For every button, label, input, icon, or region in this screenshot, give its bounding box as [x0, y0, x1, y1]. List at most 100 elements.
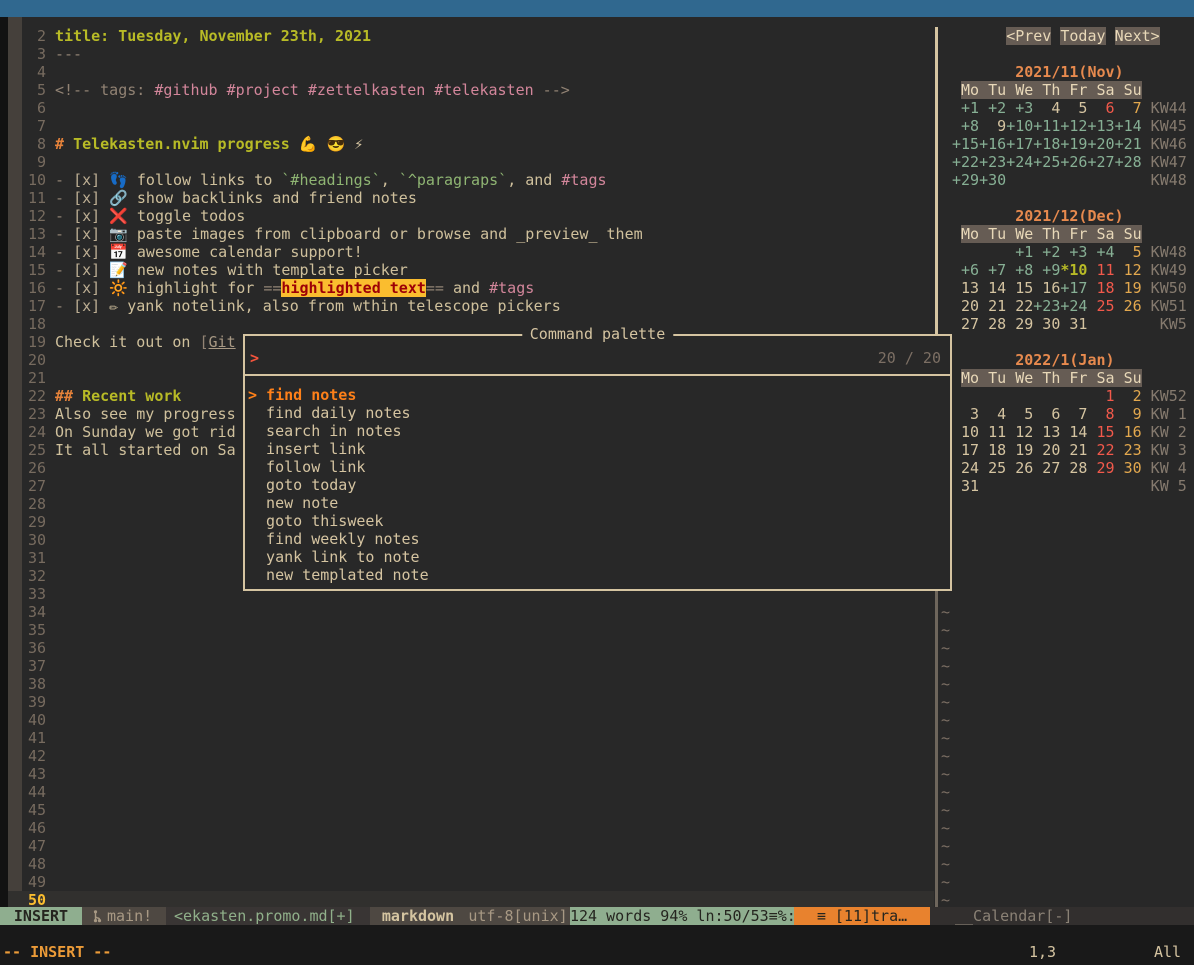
calendar-day-cell[interactable]: +19 — [1060, 135, 1087, 153]
calendar-day-cell[interactable]: *10 — [1060, 261, 1087, 279]
calendar-day-cell[interactable]: +30 — [979, 171, 1006, 189]
palette-item[interactable]: new templated note — [248, 566, 429, 584]
calendar-day-cell[interactable]: 26 — [1115, 297, 1142, 315]
calendar-day-cell[interactable]: 9 — [1115, 405, 1142, 423]
calendar-day-cell[interactable]: 5 — [1060, 99, 1087, 117]
calendar-day-cell[interactable]: 15 — [1006, 279, 1033, 297]
calendar-day-cell[interactable]: 20 — [1033, 441, 1060, 459]
calendar-day-cell[interactable]: 3 — [952, 405, 979, 423]
editor-window[interactable]: 2title: Tuesday, November 23th, 20213---… — [0, 17, 1194, 907]
calendar-day-cell[interactable]: 11 — [979, 423, 1006, 441]
calendar-next-button[interactable]: Next> — [1115, 27, 1160, 45]
calendar-day-cell[interactable]: 9 — [979, 117, 1006, 135]
calendar-day-cell[interactable]: 26 — [1006, 459, 1033, 477]
calendar-day-cell[interactable]: 16 — [1115, 423, 1142, 441]
calendar-day-cell[interactable]: 4 — [1033, 99, 1060, 117]
calendar-day-cell[interactable]: +16 — [979, 135, 1006, 153]
calendar-day-cell[interactable]: 24 — [952, 459, 979, 477]
calendar-day-cell[interactable]: 23 — [1115, 441, 1142, 459]
calendar-day-cell[interactable]: 19 — [1006, 441, 1033, 459]
calendar-day-cell[interactable]: 10 — [952, 423, 979, 441]
calendar-day-cell[interactable]: +7 — [979, 261, 1006, 279]
calendar-day-cell[interactable]: +24 — [1060, 297, 1087, 315]
calendar-day-cell[interactable]: 30 — [1033, 315, 1060, 333]
calendar-day-cell[interactable]: +28 — [1115, 153, 1142, 171]
scrollbar-thumb[interactable] — [935, 27, 938, 334]
calendar-day-cell[interactable]: 19 — [1115, 279, 1142, 297]
calendar-day-cell[interactable]: 2 — [1115, 387, 1142, 405]
calendar-day-cell[interactable]: +6 — [952, 261, 979, 279]
editor-line[interactable]: 41 — [0, 729, 1194, 747]
calendar-day-cell[interactable]: 13 — [1033, 423, 1060, 441]
calendar-day-cell[interactable]: +1 — [952, 99, 979, 117]
calendar-day-cell[interactable]: +15 — [952, 135, 979, 153]
calendar-day-cell[interactable]: 15 — [1087, 423, 1114, 441]
editor-line[interactable]: 45 — [0, 801, 1194, 819]
calendar-day-cell[interactable]: 31 — [1060, 315, 1087, 333]
calendar-day-cell[interactable]: 27 — [1033, 459, 1060, 477]
calendar-day-cell[interactable]: +8 — [952, 117, 979, 135]
palette-item[interactable]: yank link to note — [248, 548, 420, 566]
calendar-day-cell[interactable]: 6 — [1033, 405, 1060, 423]
palette-item[interactable]: insert link — [248, 440, 365, 458]
calendar-day-cell[interactable]: 31 — [952, 477, 979, 495]
editor-line[interactable]: 49 — [0, 873, 1194, 891]
calendar-day-cell[interactable]: +21 — [1115, 135, 1142, 153]
editor-line[interactable]: 50 — [0, 891, 1194, 907]
calendar-day-cell[interactable]: +10 — [1006, 117, 1033, 135]
calendar-day-cell[interactable]: +18 — [1033, 135, 1060, 153]
calendar-day-cell[interactable]: +2 — [1033, 243, 1060, 261]
calendar-prev-button[interactable]: <Prev — [1006, 27, 1051, 45]
calendar-day-cell[interactable]: +12 — [1060, 117, 1087, 135]
calendar-day-cell[interactable]: 21 — [1060, 441, 1087, 459]
calendar-day-cell[interactable]: +1 — [1006, 243, 1033, 261]
palette-item[interactable]: > find notes — [248, 386, 356, 404]
palette-item[interactable]: find weekly notes — [248, 530, 420, 548]
editor-line[interactable]: 42 — [0, 747, 1194, 765]
editor-line[interactable]: 35 — [0, 621, 1194, 639]
calendar-day-cell[interactable]: +2 — [979, 99, 1006, 117]
calendar-day-cell[interactable]: 27 — [952, 315, 979, 333]
calendar-day-cell[interactable]: 25 — [1087, 297, 1114, 315]
calendar-day-cell[interactable]: +25 — [1033, 153, 1060, 171]
calendar-day-cell[interactable]: 14 — [979, 279, 1006, 297]
calendar-day-cell[interactable]: 1 — [1087, 387, 1114, 405]
calendar-day-cell[interactable]: 29 — [1006, 315, 1033, 333]
palette-item[interactable]: goto thisweek — [248, 512, 383, 530]
palette-prompt-input[interactable]: > — [250, 349, 259, 367]
calendar-day-cell[interactable]: 28 — [979, 315, 1006, 333]
palette-item[interactable]: find daily notes — [248, 404, 411, 422]
palette-item[interactable]: search in notes — [248, 422, 402, 440]
calendar-day-cell[interactable]: 18 — [979, 441, 1006, 459]
editor-line[interactable]: 46 — [0, 819, 1194, 837]
calendar-day-cell[interactable]: 7 — [1115, 99, 1142, 117]
calendar-day-cell[interactable]: 7 — [1060, 405, 1087, 423]
calendar-day-cell[interactable]: 29 — [1087, 459, 1114, 477]
calendar-day-cell[interactable]: 12 — [1115, 261, 1142, 279]
calendar-day-cell[interactable]: +3 — [1006, 99, 1033, 117]
editor-line[interactable]: 43 — [0, 765, 1194, 783]
editor-line[interactable]: 44 — [0, 783, 1194, 801]
calendar-day-cell[interactable]: +27 — [1087, 153, 1114, 171]
calendar-day-cell[interactable]: 16 — [1033, 279, 1060, 297]
editor-line[interactable]: 11- [x] 🔗 show backlinks and friend note… — [0, 189, 1194, 207]
calendar-day-cell[interactable]: 22 — [1006, 297, 1033, 315]
calendar-day-cell[interactable]: 17 — [952, 441, 979, 459]
calendar-day-cell[interactable]: 21 — [979, 297, 1006, 315]
calendar-day-cell[interactable]: 6 — [1087, 99, 1114, 117]
calendar-day-cell[interactable]: +17 — [1006, 135, 1033, 153]
calendar-day-cell[interactable]: +14 — [1115, 117, 1142, 135]
calendar-day-cell[interactable]: +23 — [979, 153, 1006, 171]
calendar-day-cell[interactable]: +13 — [1087, 117, 1114, 135]
calendar-day-cell[interactable]: 22 — [1087, 441, 1114, 459]
markdown-link[interactable]: Git — [209, 333, 236, 351]
calendar-day-cell[interactable]: +24 — [1006, 153, 1033, 171]
calendar-day-cell[interactable]: +8 — [1006, 261, 1033, 279]
calendar-day-cell[interactable]: 5 — [1115, 243, 1142, 261]
calendar-day-cell[interactable]: +20 — [1087, 135, 1114, 153]
calendar-day-cell[interactable]: 25 — [979, 459, 1006, 477]
editor-line[interactable]: 39 — [0, 693, 1194, 711]
palette-item[interactable]: new note — [248, 494, 338, 512]
editor-line[interactable]: 3--- — [0, 45, 1194, 63]
calendar-day-cell[interactable]: 28 — [1060, 459, 1087, 477]
